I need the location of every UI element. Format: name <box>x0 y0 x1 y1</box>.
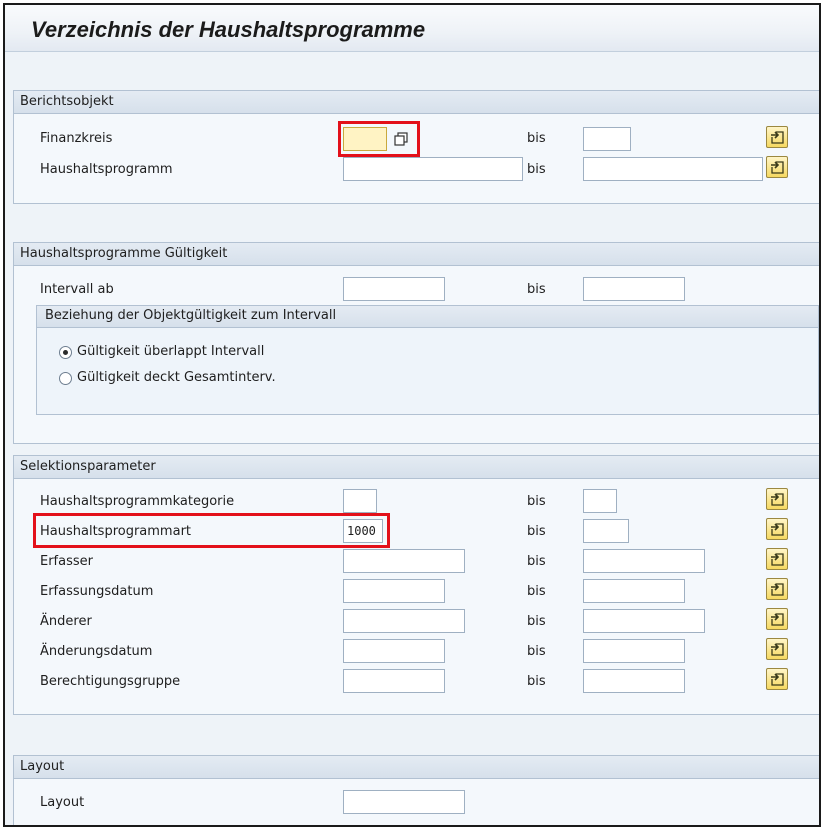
label-bis: bis <box>527 282 546 297</box>
arrow-right-into-box-icon <box>771 161 784 174</box>
subgroup-title: Beziehung der Objektgültigkeit zum Inter… <box>45 308 337 323</box>
arrow-right-into-box-icon <box>771 553 784 566</box>
label-erfasser: Erfasser <box>40 554 93 569</box>
layout-input[interactable] <box>343 790 465 814</box>
radio-ueberlappt[interactable]: Gültigkeit überlappt Intervall <box>59 344 359 364</box>
group-selektion: Selektionsparameter Haushaltsprogrammkat… <box>13 455 819 715</box>
highlight-programmart <box>33 513 390 548</box>
title-bar: Verzeichnis der Haushaltsprogramme <box>5 5 819 52</box>
group-header: Layout <box>14 756 819 779</box>
aenderer-to-input[interactable] <box>583 609 705 633</box>
group-layout: Layout Layout <box>13 755 819 825</box>
group-header: Haushaltsprogramme Gültigkeit <box>14 243 819 266</box>
highlight-finanzkreis <box>338 121 420 157</box>
programmart-to-input[interactable] <box>583 519 629 543</box>
multiple-selection-button-finanzkreis[interactable] <box>766 126 788 148</box>
multiple-selection-button-kategorie[interactable] <box>766 488 788 510</box>
label-bis: bis <box>527 614 546 629</box>
aenderungsdatum-from-input[interactable] <box>343 639 445 663</box>
label-berechtigungsgruppe: Berechtigungsgruppe <box>40 674 181 689</box>
group-header: Selektionsparameter <box>14 456 819 479</box>
berechtigungsgruppe-from-input[interactable] <box>343 669 445 693</box>
multiple-selection-button-aenderungsdatum[interactable] <box>766 638 788 660</box>
subgroup-header: Beziehung der Objektgültigkeit zum Inter… <box>37 306 818 328</box>
arrow-right-into-box-icon <box>771 493 784 506</box>
group-title: Berichtsobjekt <box>20 94 114 109</box>
multiple-selection-button-berechtigungsgruppe[interactable] <box>766 668 788 690</box>
finanzkreis-to-input[interactable] <box>583 127 631 151</box>
label-bis: bis <box>527 494 546 509</box>
aenderer-from-input[interactable] <box>343 609 465 633</box>
label-erfassungsdatum: Erfassungsdatum <box>40 584 154 599</box>
radio-button[interactable] <box>59 372 72 385</box>
arrow-right-into-box-icon <box>771 643 784 656</box>
label-bis: bis <box>527 644 546 659</box>
group-title: Haushaltsprogramme Gültigkeit <box>20 246 228 261</box>
label-bis: bis <box>527 524 546 539</box>
arrow-right-into-box-icon <box>771 673 784 686</box>
label-finanzkreis: Finanzkreis <box>40 131 113 146</box>
arrow-right-into-box-icon <box>771 613 784 626</box>
label-bis: bis <box>527 162 546 177</box>
multiple-selection-button-programmart[interactable] <box>766 518 788 540</box>
label-bis: bis <box>527 674 546 689</box>
multiple-selection-button-haushaltsprogramm[interactable] <box>766 156 788 178</box>
label-bis: bis <box>527 554 546 569</box>
haushaltsprogramm-from-input[interactable] <box>343 157 523 181</box>
intervall-from-input[interactable] <box>343 277 445 301</box>
haushaltsprogramm-to-input[interactable] <box>583 157 763 181</box>
erfasser-from-input[interactable] <box>343 549 465 573</box>
intervall-to-input[interactable] <box>583 277 685 301</box>
label-intervall-ab: Intervall ab <box>40 282 114 297</box>
radio-label: Gültigkeit überlappt Intervall <box>77 344 265 359</box>
label-bis: bis <box>527 131 546 146</box>
kategorie-from-input[interactable] <box>343 489 377 513</box>
page-title: Verzeichnis der Haushaltsprogramme <box>31 17 426 42</box>
group-title: Layout <box>20 759 65 774</box>
erfassungsdatum-to-input[interactable] <box>583 579 685 603</box>
sap-screen: Verzeichnis der Haushaltsprogramme Beric… <box>3 3 821 827</box>
group-gueltigkeit: Haushaltsprogramme Gültigkeit Intervall … <box>13 242 819 444</box>
berechtigungsgruppe-to-input[interactable] <box>583 669 685 693</box>
radio-button-selected[interactable] <box>59 346 72 359</box>
label-haushaltsprogramm: Haushaltsprogramm <box>40 162 173 177</box>
label-aenderer: Änderer <box>40 614 92 629</box>
aenderungsdatum-to-input[interactable] <box>583 639 685 663</box>
arrow-right-into-box-icon <box>771 583 784 596</box>
label-aenderungsdatum: Änderungsdatum <box>40 644 153 659</box>
label-bis: bis <box>527 584 546 599</box>
radio-deckt[interactable]: Gültigkeit deckt Gesamtinterv. <box>59 370 359 390</box>
label-layout: Layout <box>40 795 85 810</box>
group-title: Selektionsparameter <box>20 459 156 474</box>
label-kategorie: Haushaltsprogrammkategorie <box>40 494 235 509</box>
erfasser-to-input[interactable] <box>583 549 705 573</box>
subgroup-beziehung: Beziehung der Objektgültigkeit zum Inter… <box>36 305 819 415</box>
radio-label: Gültigkeit deckt Gesamtinterv. <box>77 370 276 385</box>
group-berichtsobjekt: Berichtsobjekt Finanzkreis bis Haushalts… <box>13 90 819 204</box>
multiple-selection-button-aenderer[interactable] <box>766 608 788 630</box>
multiple-selection-button-erfasser[interactable] <box>766 548 788 570</box>
multiple-selection-button-erfassungsdatum[interactable] <box>766 578 788 600</box>
arrow-right-into-box-icon <box>771 523 784 536</box>
arrow-right-into-box-icon <box>771 131 784 144</box>
kategorie-to-input[interactable] <box>583 489 617 513</box>
group-header: Berichtsobjekt <box>14 91 819 114</box>
erfassungsdatum-from-input[interactable] <box>343 579 445 603</box>
